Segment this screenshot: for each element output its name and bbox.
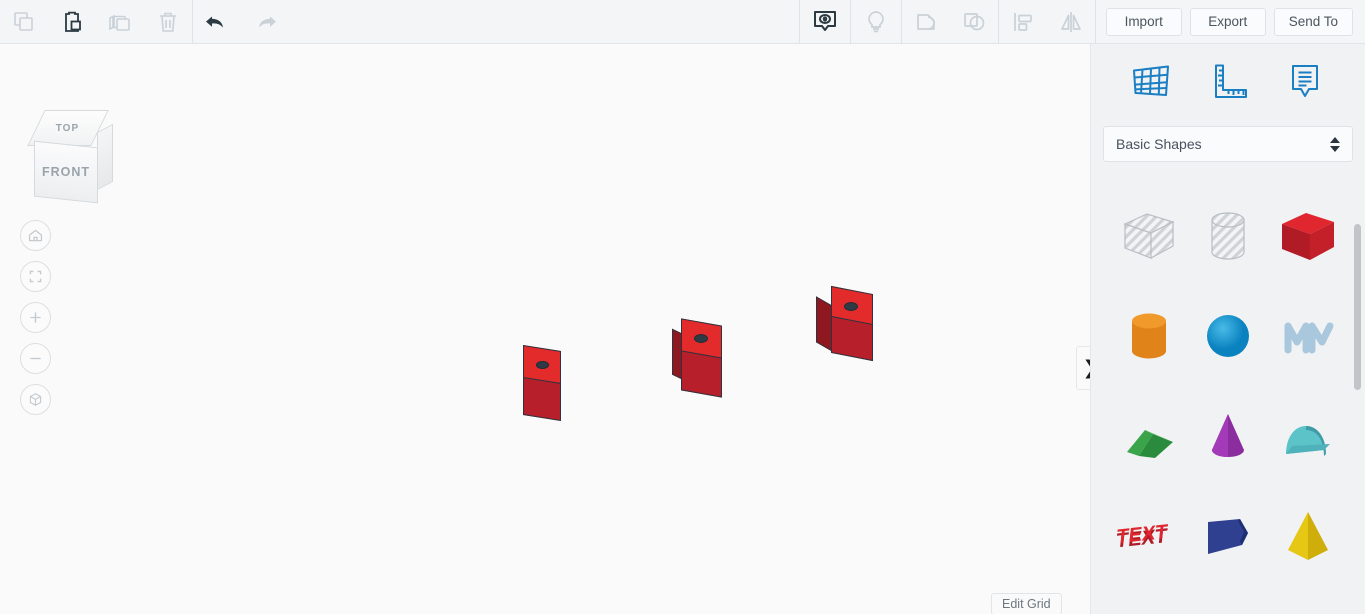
shape-half-sphere[interactable] xyxy=(1268,586,1348,614)
fit-to-view-button[interactable] xyxy=(20,261,51,292)
box-hole xyxy=(536,361,549,369)
shape-category-dropdown[interactable]: Basic Shapes xyxy=(1103,126,1353,162)
light-icon[interactable] xyxy=(851,0,901,44)
arrange-tools-group xyxy=(999,0,1095,43)
shape-round-roof[interactable] xyxy=(1268,386,1348,486)
panel-toggle-chevron-icon[interactable]: ❯ xyxy=(1076,346,1090,390)
history-tools-group xyxy=(193,0,289,43)
send-to-button[interactable]: Send To xyxy=(1273,7,1353,36)
ortho-toggle-button[interactable] xyxy=(20,384,51,415)
shape-grid: TEXT TEXT xyxy=(1091,172,1365,614)
red-box-1[interactable] xyxy=(523,306,565,422)
note-icon[interactable] xyxy=(1282,60,1328,107)
edit-tools-group xyxy=(0,0,192,43)
box-front-face xyxy=(681,350,722,398)
copy-icon[interactable] xyxy=(0,0,48,44)
export-button[interactable]: Export xyxy=(1189,7,1266,36)
zoom-out-button[interactable] xyxy=(20,343,51,374)
ruler-icon[interactable] xyxy=(1205,60,1251,107)
shape-polygon-2[interactable] xyxy=(1189,586,1269,614)
red-box-3[interactable] xyxy=(816,254,878,362)
shape-polygon[interactable] xyxy=(1189,486,1269,586)
box-hole xyxy=(694,334,708,343)
shape-text[interactable]: TEXT TEXT xyxy=(1109,486,1189,586)
panel-scrollbar[interactable] xyxy=(1354,216,1361,614)
duplicate-icon[interactable] xyxy=(96,0,144,44)
panel-scrollbar-thumb[interactable] xyxy=(1354,224,1361,390)
action-buttons-group: Import Export Send To xyxy=(1096,0,1365,43)
shape-cylinder-hole[interactable] xyxy=(1189,186,1269,286)
viewport-canvas[interactable]: TOP FRONT Edit Grid xyxy=(0,44,1090,614)
view-cube[interactable]: TOP FRONT xyxy=(22,106,118,206)
shape-sphere[interactable] xyxy=(1189,286,1269,386)
paste-icon[interactable] xyxy=(48,0,96,44)
panel-tools xyxy=(1091,44,1365,122)
delete-icon[interactable] xyxy=(144,0,192,44)
shape-pyramid[interactable] xyxy=(1268,486,1348,586)
view-cube-front-face[interactable]: FRONT xyxy=(34,140,98,204)
group-icon[interactable] xyxy=(902,0,950,44)
align-icon[interactable] xyxy=(999,0,1047,44)
view-cube-top-label: TOP xyxy=(56,122,80,134)
workplane-icon[interactable] xyxy=(1128,60,1174,107)
mirror-icon[interactable] xyxy=(1047,0,1095,44)
shapes-panel: Basic Shapes TEXT TEXT xyxy=(1090,44,1365,614)
show-hide-icon[interactable] xyxy=(800,0,850,44)
import-button[interactable]: Import xyxy=(1105,7,1182,36)
shape-roof[interactable] xyxy=(1109,386,1189,486)
edit-grid-button[interactable]: Edit Grid xyxy=(991,593,1062,614)
box-front-face xyxy=(523,376,561,422)
tinkercad-editor: Import Export Send To TOP FRONT Edit Gri… xyxy=(0,0,1365,614)
home-view-button[interactable] xyxy=(20,220,51,251)
view-cube-right-face[interactable] xyxy=(97,123,113,191)
group-tools-group xyxy=(902,0,998,43)
top-toolbar: Import Export Send To xyxy=(0,0,1365,44)
redo-icon[interactable] xyxy=(241,0,289,44)
ungroup-icon[interactable] xyxy=(950,0,998,44)
box-front-face xyxy=(831,315,873,362)
stepper-arrows-icon[interactable] xyxy=(1330,136,1340,152)
shape-cone[interactable] xyxy=(1189,386,1269,486)
shape-heart[interactable] xyxy=(1109,586,1189,614)
shape-scribble[interactable] xyxy=(1268,286,1348,386)
zoom-in-button[interactable] xyxy=(20,302,51,333)
shape-cylinder[interactable] xyxy=(1109,286,1189,386)
red-box-2[interactable] xyxy=(672,284,730,398)
category-label: Basic Shapes xyxy=(1116,136,1202,152)
view-cube-front-label: FRONT xyxy=(41,165,91,179)
undo-icon[interactable] xyxy=(193,0,241,44)
navigation-buttons xyxy=(20,220,51,415)
shape-box[interactable] xyxy=(1268,186,1348,286)
box-hole xyxy=(844,302,858,311)
shape-box-hole[interactable] xyxy=(1109,186,1189,286)
